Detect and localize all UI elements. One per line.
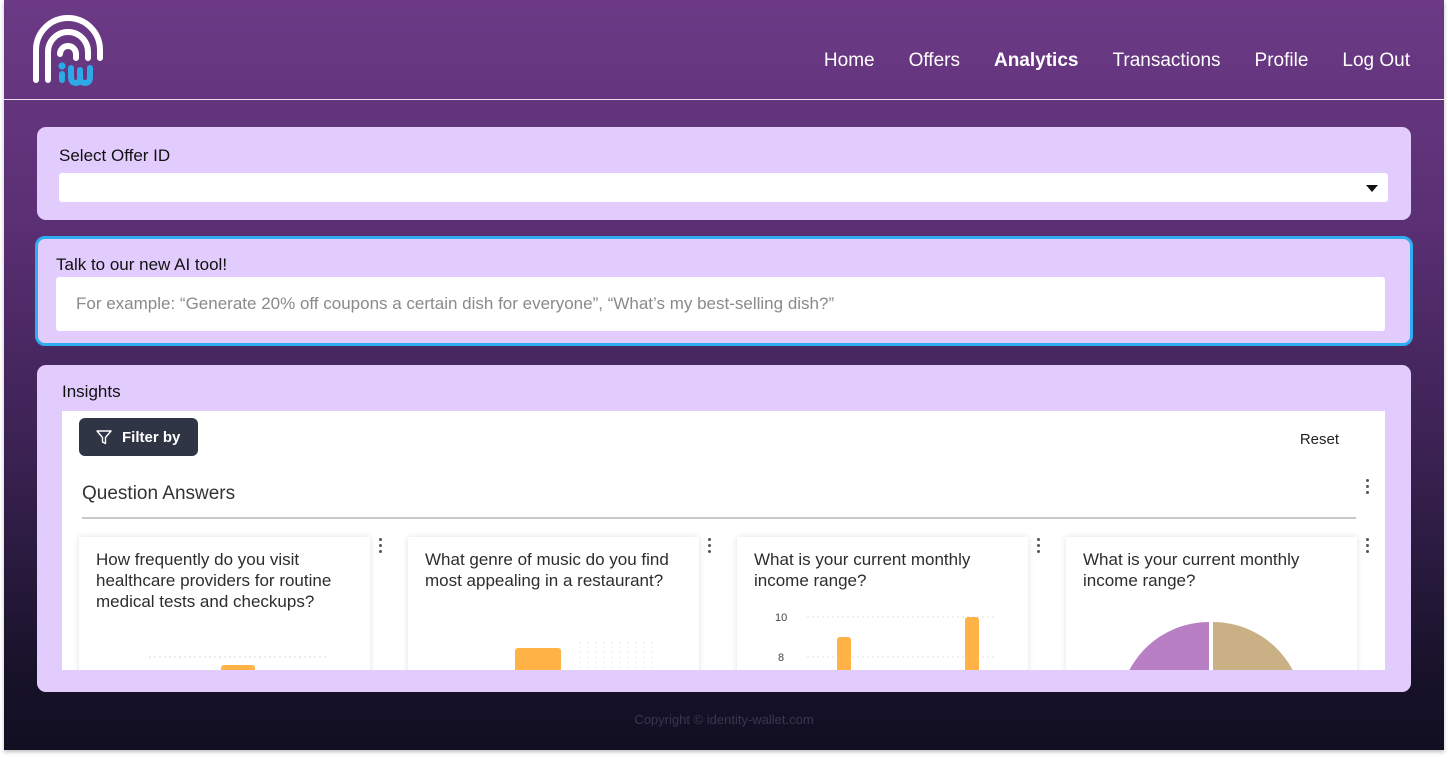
filter-by-button[interactable]: Filter by (79, 418, 198, 456)
nav-log-out[interactable]: Log Out (1342, 48, 1410, 74)
question-answers-title: Question Answers (82, 483, 236, 504)
music-bar-chart (515, 642, 653, 670)
ai-tool-label: Talk to our new AI tool! (56, 255, 228, 274)
offer-select-card: Select Offer ID (37, 127, 1411, 220)
question-title: What is your current monthly income rang… (1083, 550, 1300, 590)
nav-analytics[interactable]: Analytics (994, 48, 1078, 74)
insights-label: Insights (62, 382, 121, 401)
caret-down-icon (1366, 185, 1378, 192)
offer-select-label: Select Offer ID (59, 146, 171, 165)
app-frame: Home Offers Analytics Transactions Profi… (4, 0, 1444, 750)
chart-bar (965, 617, 979, 670)
question-card-income-bar[interactable]: What is your current monthly income rang… (737, 537, 1040, 670)
healthcare-bar-chart (149, 656, 329, 670)
offer-id-select[interactable] (59, 173, 1388, 202)
card-more-options-icon[interactable] (1365, 538, 1371, 554)
reset-button[interactable]: Reset (1300, 431, 1339, 448)
question-title: How frequently do you visit healthcare p… (96, 550, 332, 611)
question-title: What is your current monthly income rang… (754, 550, 971, 590)
donut-slice (1213, 622, 1293, 670)
question-card-music[interactable]: What genre of music do you find most app… (408, 537, 711, 670)
y-tick-label: 8 (778, 652, 784, 664)
income-donut-chart (1129, 622, 1293, 670)
nav-profile[interactable]: Profile (1255, 48, 1309, 74)
footer-copyright: Copyright © identity-wallet.com (634, 712, 814, 727)
card-more-options-icon[interactable] (378, 538, 384, 554)
question-title: What genre of music do you find most app… (425, 550, 669, 590)
y-tick-label: 10 (775, 612, 787, 624)
main-nav: Home Offers Analytics Transactions Profi… (790, 48, 1410, 74)
question-card-income-pie[interactable]: What is your current monthly income rang… (1066, 537, 1369, 670)
filter-by-label: Filter by (122, 428, 181, 446)
more-options-icon[interactable] (1365, 479, 1371, 495)
nav-home[interactable]: Home (824, 48, 875, 74)
card-more-options-icon[interactable] (707, 538, 713, 554)
card-more-options-icon[interactable] (1036, 538, 1042, 554)
identity-wallet-logo[interactable] (30, 14, 106, 86)
nav-offers[interactable]: Offers (909, 48, 960, 74)
chart-bar (515, 648, 561, 670)
top-navbar: Home Offers Analytics Transactions Profi… (4, 0, 1444, 100)
filter-icon (96, 429, 112, 444)
donut-slice (1129, 622, 1209, 670)
ai-tool-card: Talk to our new AI tool! (35, 236, 1413, 346)
ai-prompt-input[interactable] (56, 277, 1385, 331)
chart-bar (837, 637, 851, 670)
insights-dashboard[interactable]: Filter by Reset Question Answers How fre… (62, 411, 1385, 670)
income-bar-chart: 10 8 (775, 612, 997, 670)
section-divider (82, 517, 1356, 519)
insights-card: Insights Filter by Reset Question Answer… (37, 365, 1411, 692)
question-card-healthcare[interactable]: How frequently do you visit healthcare p… (79, 537, 382, 670)
nav-transactions[interactable]: Transactions (1112, 48, 1220, 74)
chart-bar (221, 665, 255, 670)
